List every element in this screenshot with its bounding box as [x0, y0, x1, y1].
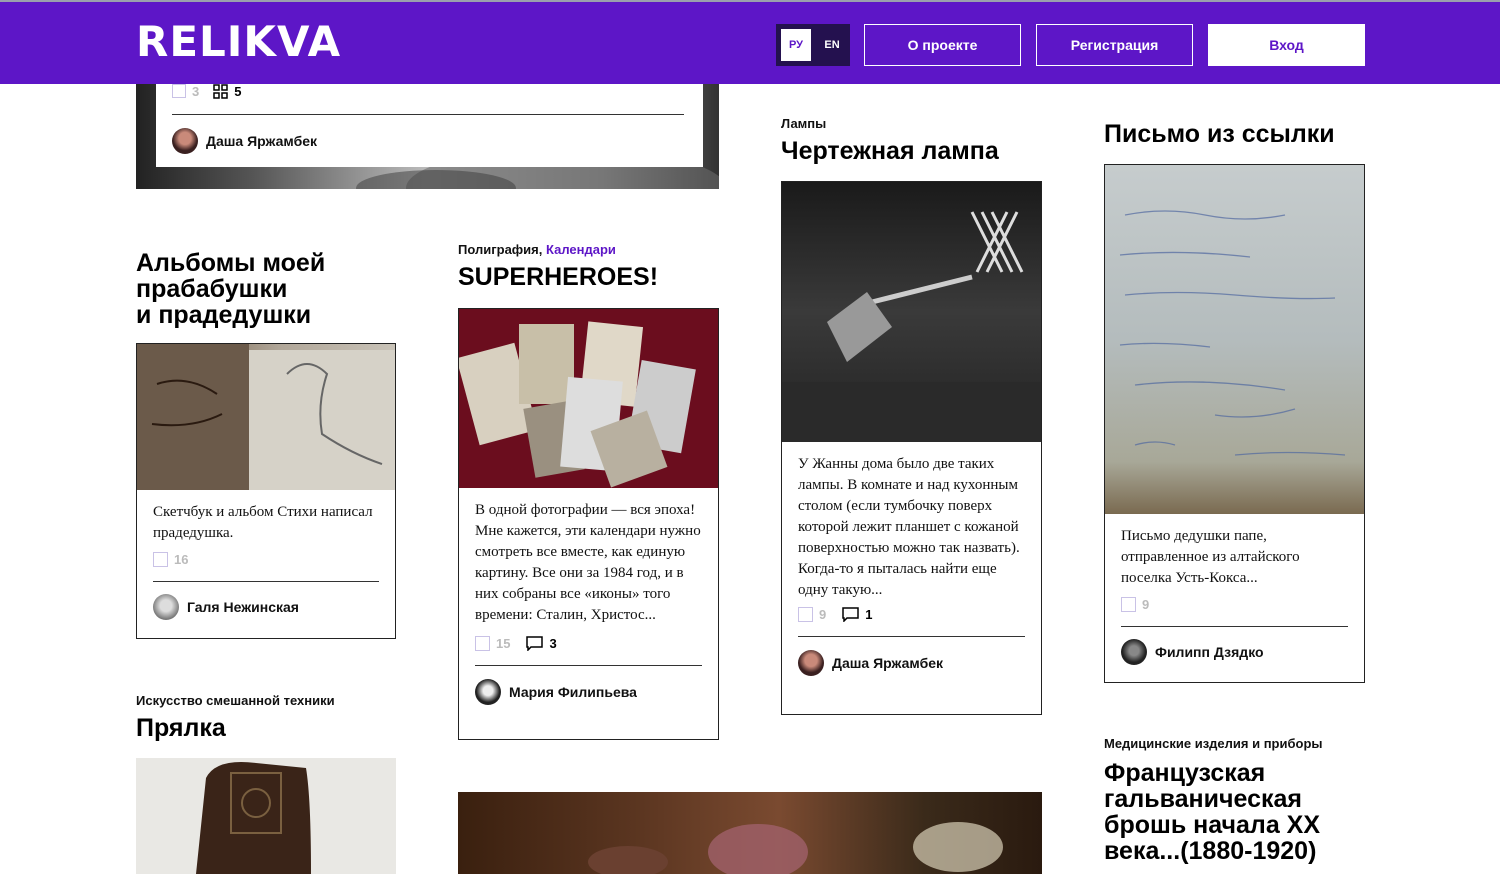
card-photo[interactable] [458, 792, 1042, 874]
photos-count: 5 [234, 84, 242, 99]
avatar [798, 650, 824, 676]
category-label: Полиграфия, [458, 242, 543, 257]
card-albums[interactable]: Скетчбук и альбом Стихи написал прадедуш… [136, 343, 396, 639]
card-photo [782, 182, 1041, 442]
card-photo [137, 344, 395, 490]
language-switcher: РУ EN [776, 24, 850, 66]
card-title-brooch[interactable]: Французская гальваническая брошь начала … [1104, 760, 1404, 864]
author-name: Филипп Дзядко [1155, 644, 1264, 660]
author[interactable]: Филипп Дзядко [1121, 639, 1348, 665]
gallery-icon [213, 84, 228, 99]
lang-en[interactable]: EN [817, 29, 847, 61]
title-line: века...(1880-1920) [1104, 837, 1317, 865]
register-button[interactable]: Регистрация [1036, 24, 1193, 66]
avatar [153, 594, 179, 620]
author-name: Даша Яржамбек [832, 655, 944, 671]
title-line: Альбомы моей [136, 249, 326, 277]
comments-count: 3 [549, 636, 557, 651]
like-checkbox[interactable] [1121, 597, 1136, 612]
author[interactable]: Мария Филипьева [475, 679, 702, 705]
title-line: и прадедушки [136, 301, 312, 329]
card-heroes[interactable]: В одной фотографии — вся эпоха! Мне каже… [458, 308, 719, 740]
like-checkbox[interactable] [172, 84, 186, 98]
divider [798, 636, 1025, 637]
card-category: Полиграфия, Календари [458, 242, 616, 257]
card-category[interactable]: Медицинские изделия и приборы [1104, 736, 1323, 751]
likes-count: 3 [192, 84, 200, 99]
avatar [172, 128, 198, 154]
login-button[interactable]: Вход [1208, 24, 1365, 66]
divider [172, 114, 684, 115]
card-lamp[interactable]: У Жанны дома было две таких лампы. В ком… [781, 181, 1042, 715]
divider [1121, 626, 1348, 627]
author-name: Мария Филипьева [509, 684, 637, 700]
like-checkbox[interactable] [798, 607, 813, 622]
avatar [475, 679, 501, 705]
card-description: У Жанны дома было две таких лампы. В ком… [798, 456, 1020, 598]
card-letter[interactable]: Письмо дедушки папе, отправленное из алт… [1104, 164, 1365, 683]
site-header: RELIKVA РУ EN О проекте Регистрация Вход [0, 0, 1500, 84]
title-line: Французская [1104, 759, 1266, 787]
card-photo[interactable] [136, 758, 396, 874]
logo[interactable]: RELIKVA [136, 18, 341, 66]
card-category[interactable]: Искусство смешанной техники [136, 693, 335, 708]
title-line: прабабушки [136, 275, 288, 303]
title-line: гальваническая [1104, 785, 1302, 813]
card-title-lamp[interactable]: Чертежная лампа [781, 139, 999, 164]
title-line: брошь начала XX [1104, 811, 1321, 839]
likes-count: 9 [819, 607, 827, 622]
comments-count: 1 [865, 607, 873, 622]
comments[interactable]: 3 [526, 636, 557, 651]
author-name: Даша Яржамбек [206, 133, 318, 149]
divider [153, 581, 379, 582]
card-description: Скетчбук и альбом Стихи написал прадедуш… [153, 504, 373, 541]
lang-ru[interactable]: РУ [781, 29, 811, 61]
comment-icon [842, 607, 859, 622]
likes-count: 15 [496, 636, 511, 651]
card-category[interactable]: Лампы [781, 116, 826, 131]
category-link[interactable]: Календари [546, 242, 616, 257]
card-photo [459, 309, 718, 488]
card-title-spindle[interactable]: Прялка [136, 716, 226, 741]
author[interactable]: Даша Яржамбек [798, 650, 1025, 676]
likes-count: 16 [174, 552, 189, 567]
about-button[interactable]: О проекте [864, 24, 1021, 66]
card-title-albums[interactable]: Альбомы моей прабабушки и прадедушки [136, 250, 436, 328]
author-name: Галя Нежинская [187, 599, 299, 615]
like-checkbox[interactable] [475, 636, 490, 651]
divider [475, 665, 702, 666]
card-description: В одной фотографии — вся эпоха! Мне каже… [475, 502, 701, 623]
comments[interactable]: 1 [842, 607, 872, 622]
like-checkbox[interactable] [153, 552, 168, 567]
card-title-letter[interactable]: Письмо из ссылки [1104, 122, 1335, 147]
author[interactable]: Галя Нежинская [153, 594, 379, 620]
card-title-heroes[interactable]: SUPERHEROES! [458, 265, 658, 290]
card-description: Письмо дедушки папе, отправленное из алт… [1121, 528, 1300, 586]
likes-count: 9 [1142, 597, 1150, 612]
avatar [1121, 639, 1147, 665]
author[interactable]: Даша Яржамбек [172, 128, 317, 154]
comment-icon [526, 636, 544, 651]
card-photo [1105, 165, 1364, 514]
top-card[interactable]: 3 5 Даша Яржамбек [156, 84, 703, 167]
